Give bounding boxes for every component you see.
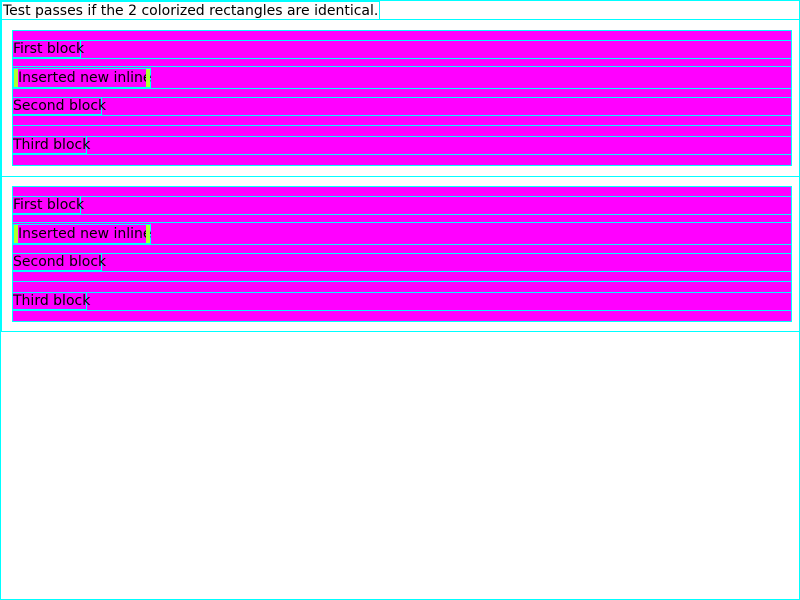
block-row [13, 245, 791, 254]
block-row [13, 272, 791, 282]
block-row [13, 31, 791, 41]
inserted-inline-text: Inserted new inline [18, 226, 152, 242]
test-page: Test passes if the 2 colorized rectangle… [0, 0, 800, 600]
inserted-inline: Inserted new inline [13, 68, 152, 88]
third-block-text: Third block [13, 293, 91, 310]
block-row [13, 282, 791, 293]
block-row [13, 59, 791, 67]
colorized-rectangle-2: First block Inserted new inline Second b… [12, 186, 792, 322]
block-row: First block [13, 41, 791, 59]
block-row [13, 215, 791, 223]
block-row: Second block [13, 98, 791, 116]
block-row [13, 187, 791, 197]
second-block-text: Second block [13, 98, 107, 115]
third-block-text: Third block [13, 137, 91, 154]
first-block-text: First block [13, 197, 85, 214]
inserted-inline: Inserted new inline [13, 224, 152, 244]
block-row: Second block [13, 254, 791, 272]
block-row [13, 116, 791, 126]
block-row: Third block [13, 137, 791, 155]
inline-right-edge [146, 69, 150, 87]
block-row [13, 89, 791, 98]
test-section-1: First block Inserted new inline Second b… [1, 19, 800, 177]
first-block-text: First block [13, 41, 85, 58]
block-row: Inserted new inline [13, 223, 791, 245]
colorized-rectangle-1: First block Inserted new inline Second b… [12, 30, 792, 166]
test-section-2: First block Inserted new inline Second b… [1, 176, 800, 332]
block-row: First block [13, 197, 791, 215]
second-block-text: Second block [13, 254, 107, 271]
inline-right-edge [146, 225, 150, 243]
test-caption: Test passes if the 2 colorized rectangle… [1, 1, 381, 20]
block-row [13, 126, 791, 137]
inserted-inline-text: Inserted new inline [18, 70, 152, 86]
block-row: Third block [13, 293, 791, 311]
block-row: Inserted new inline [13, 67, 791, 89]
